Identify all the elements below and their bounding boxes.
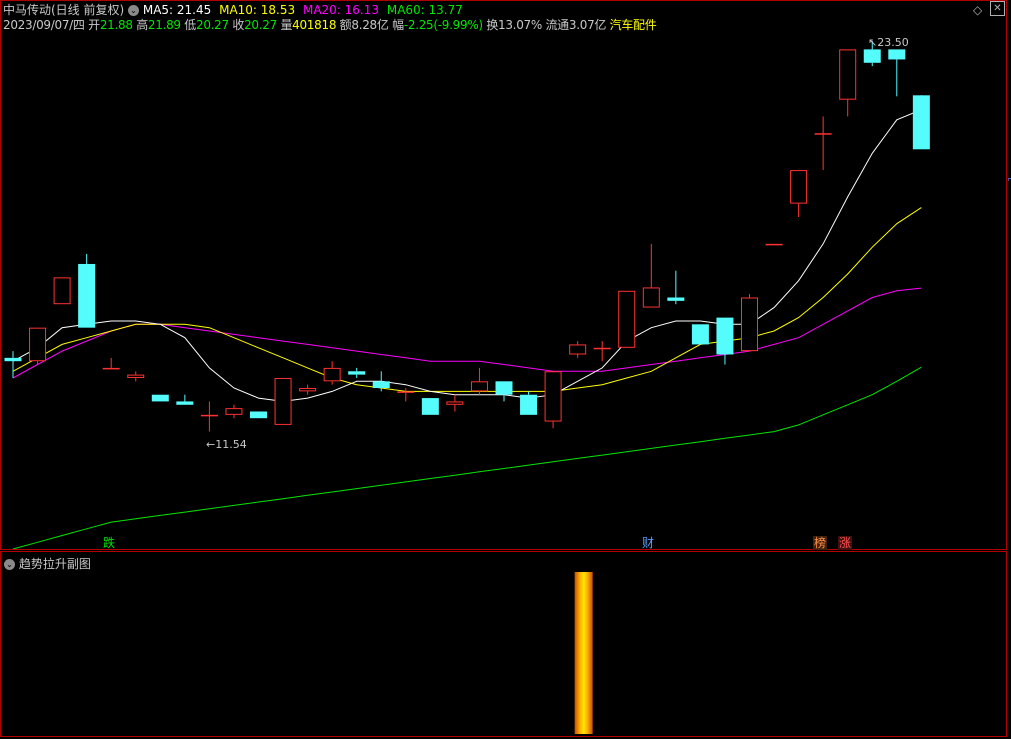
change-label: 幅 (392, 18, 404, 32)
candle-body-down (372, 381, 390, 389)
header-row-2: 2023/09/07/四 开21.88 高21.89 低20.27 收20.27… (3, 18, 657, 33)
close-icon[interactable]: ✕ (990, 1, 1005, 16)
open-value: 21.88 (99, 18, 133, 32)
candle-body-up (225, 408, 243, 415)
candle-body-down (716, 317, 734, 355)
candle-body-down (78, 263, 96, 328)
candle-body-up (790, 170, 808, 204)
candle-body-up (102, 367, 120, 370)
candle-body-up (53, 277, 71, 305)
change-value: -2.25(-9.99%) (403, 18, 483, 32)
dropdown-icon[interactable]: ⌄ (128, 5, 140, 16)
candle-body-down (691, 324, 709, 345)
candle-body-up (814, 133, 832, 135)
float-cap-value: 流通3.07亿 (545, 18, 607, 32)
volume-value: 401818 (292, 18, 337, 32)
high-value: 21.89 (147, 18, 181, 32)
close-value: 20.27 (244, 18, 277, 32)
event-tag-rise[interactable]: 涨 (838, 536, 853, 550)
arrow-left-icon: ↖ (868, 36, 878, 49)
candle-body-down (888, 49, 906, 60)
volume-label: 量 (280, 18, 293, 32)
open-label: 开 (88, 18, 100, 32)
candle-body-down (863, 49, 881, 63)
candle-body-down (151, 394, 169, 402)
candle-body-down (495, 381, 513, 395)
sub-chart-panel[interactable]: ⌄ 趋势拉升副图 (0, 551, 1007, 737)
candle-body-down (912, 95, 930, 150)
low-price-annotation: ←11.54 (206, 438, 247, 451)
candle-body-down (348, 371, 366, 375)
event-tag-finance[interactable]: 财 (641, 536, 655, 550)
stock-title: 中马传动(日线 前复权) (3, 3, 125, 17)
candle-body-up (569, 344, 587, 355)
candle-body-up (642, 287, 660, 308)
candle-body-down (421, 398, 439, 415)
candle-body-up (274, 377, 292, 425)
sector-label[interactable]: 汽车配件 (610, 18, 657, 32)
ma5-line (12, 109, 922, 402)
candle-body-up (299, 388, 317, 392)
candle-body-down (250, 411, 267, 419)
candle-body-up (323, 367, 341, 382)
candle-body-up (544, 371, 562, 422)
ma20-label: MA20: 16.13 (302, 3, 380, 17)
amount-label: 额 (339, 18, 352, 32)
candle-body-up (593, 347, 611, 350)
right-edge-marker-icon: ⌐ (1007, 175, 1011, 185)
trend-signal-bar (574, 572, 593, 734)
header-row-1: 中马传动(日线 前复权) ⌄ MA5: 21.45 MA10: 18.53 MA… (3, 3, 463, 18)
candle-body-down (667, 297, 685, 301)
main-chart-panel[interactable] (0, 0, 1007, 550)
candle-body-up (127, 374, 145, 378)
ma60-label: MA60: 13.77 (386, 3, 463, 17)
date-label: 2023/09/07/四 (3, 18, 85, 32)
candle-body-down (4, 357, 22, 362)
candlestick-chart[interactable] (1, 1, 1006, 549)
close-label: 收 (232, 18, 245, 32)
ma20-line (12, 287, 922, 379)
amount-value: 8.28亿 (351, 18, 389, 32)
low-price-value: 11.54 (215, 438, 247, 451)
candle-body-down (520, 394, 538, 415)
candle-body-up (741, 297, 758, 352)
candle-body-up (618, 290, 636, 348)
ma10-label: MA10: 18.53 (219, 3, 296, 17)
ma10-line (12, 207, 922, 392)
low-value: 20.27 (195, 18, 229, 32)
candle-body-up (839, 49, 857, 100)
candle-body-up (765, 243, 783, 246)
high-price-value: 23.50 (877, 36, 909, 49)
candle-body-up (29, 327, 47, 362)
high-label: 高 (136, 18, 148, 32)
low-label: 低 (184, 18, 196, 32)
candle-body-up (446, 401, 464, 405)
event-tag-ranking[interactable]: 榜 (813, 536, 828, 550)
candle-body-up (200, 414, 218, 417)
diamond-icon[interactable]: ◇ (973, 3, 982, 17)
high-price-annotation: ↖23.50 (868, 36, 909, 49)
candle-body-up (470, 381, 488, 392)
candle-body-up (397, 391, 415, 393)
trend-indicator-chart (574, 572, 593, 734)
turnover-value: 换13.07% (486, 18, 542, 32)
arrow-left-icon: ← (206, 438, 216, 451)
candle-body-down (176, 401, 194, 405)
ma5-label: MA5: 21.45 (142, 3, 212, 17)
event-tag-drop[interactable]: 跌 (102, 536, 116, 550)
